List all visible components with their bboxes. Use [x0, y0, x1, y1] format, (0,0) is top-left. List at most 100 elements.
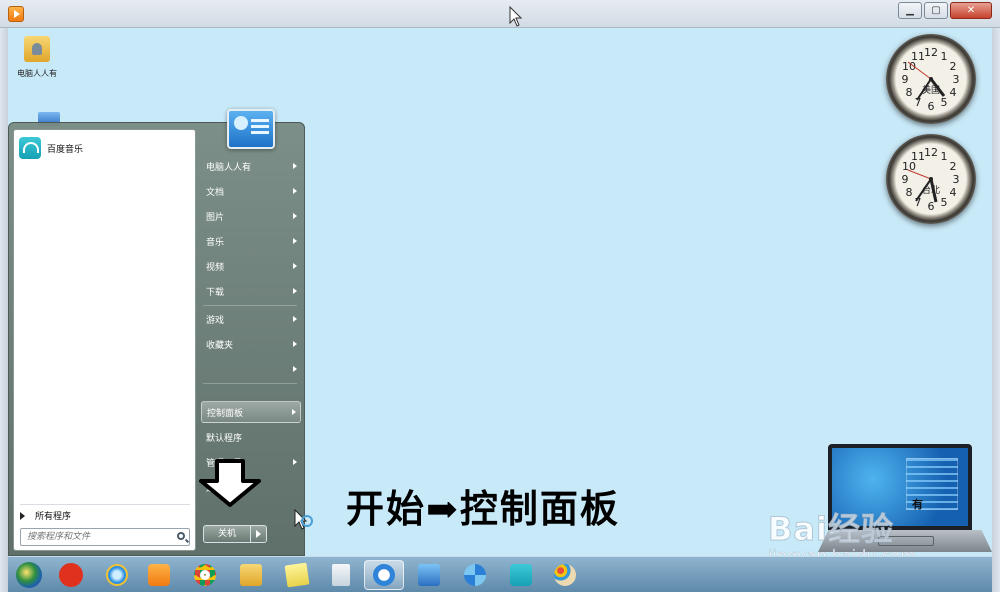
clock-gadget-usa[interactable]: 12 1 2 3 4567 8 9 10 11 美国 [886, 34, 976, 124]
clock-city-label: 美国 [921, 86, 940, 96]
internet-explorer-icon [106, 564, 128, 586]
shutdown-label: 关机 [217, 529, 236, 539]
taskbar-app-pinwheel[interactable] [460, 560, 490, 590]
shutdown-button[interactable]: 关机 [203, 525, 267, 543]
desktop-icon-user-folder[interactable]: 电脑人人有 [10, 36, 64, 79]
chevron-right-icon [293, 288, 297, 294]
start-item-label: 默认程序 [206, 433, 243, 444]
media-player-icon [148, 564, 170, 586]
start-menu: 百度音乐 所有程序 电脑人人有 文档 图片 音乐 视频 下载 [8, 109, 313, 556]
start-button[interactable] [14, 560, 44, 590]
clock-gadget-taipei[interactable]: 12 1 2 3 4567 8 9 10 11 台北 [886, 134, 976, 224]
chevron-right-icon [293, 366, 297, 372]
svg-text:5: 5 [941, 96, 948, 109]
chevron-right-icon [293, 213, 297, 219]
start-item-label: 视频 [206, 262, 225, 273]
chevron-right-icon [293, 238, 297, 244]
tutorial-caption: 开始➡控制面板 [346, 486, 620, 531]
mouse-pointer-icon [294, 509, 313, 530]
start-menu-programs-pane: 百度音乐 所有程序 [13, 129, 196, 551]
taskbar-app-sticky-notes[interactable] [282, 560, 312, 590]
pinned-program-label: 百度音乐 [47, 144, 84, 155]
taskbar-app-paint-palette[interactable] [550, 560, 580, 590]
chevron-right-icon [293, 188, 297, 194]
menu-separator [203, 383, 297, 384]
start-item-label: 电脑人人有 [206, 162, 252, 173]
start-search-box[interactable] [20, 528, 190, 546]
pinned-program-baidu-music[interactable]: 百度音乐 [19, 135, 83, 161]
all-programs-button[interactable]: 所有程序 [20, 504, 190, 522]
taskbar-app-chrome[interactable] [190, 560, 220, 590]
pinwheel-icon [464, 564, 486, 586]
start-item-videos[interactable]: 视频 [201, 255, 301, 277]
start-item-label: 游戏 [206, 315, 225, 326]
baidu-watermark: Bai经验 jingyan.baidu.com [768, 504, 916, 557]
chevron-right-icon [293, 341, 297, 347]
maximize-button[interactable]: ▢ [924, 2, 948, 19]
start-item-label: 控制面板 [207, 408, 244, 419]
close-button[interactable]: ✕ [950, 2, 992, 19]
chevron-right-icon [293, 163, 297, 169]
start-item-user-folder[interactable]: 电脑人人有 [201, 155, 301, 177]
taskbar-app-explorer[interactable] [236, 560, 266, 590]
minimize-button[interactable]: ▁ [898, 2, 922, 19]
window-border-left [0, 28, 8, 592]
start-search-input[interactable] [21, 529, 169, 545]
taskbar-app-browser-active[interactable] [364, 560, 404, 590]
clock-face-icon: 12 123 4567 891011 [902, 146, 960, 213]
start-item-games[interactable]: 游戏 [201, 308, 301, 330]
watermark-logo: Bai经验 [768, 510, 894, 549]
remote-desktop-icon [418, 564, 440, 586]
jiang-app-icon [59, 563, 83, 587]
window-border-right [992, 28, 1000, 592]
start-item-default-programs[interactable]: 默认程序 [201, 426, 301, 448]
start-item-favorites[interactable]: 收藏夹 [201, 333, 301, 355]
chevron-right-icon [293, 459, 297, 465]
taskbar-app-media-player[interactable] [144, 560, 174, 590]
paint-document-icon [332, 564, 350, 586]
taskbar-app-remote-desktop[interactable] [414, 560, 444, 590]
start-item-downloads[interactable]: 下载 [201, 280, 301, 302]
start-item-label: 图片 [206, 212, 225, 223]
start-item-hidden[interactable] [201, 358, 301, 380]
baidu-music-icon [510, 564, 532, 586]
baidu-music-icon [19, 137, 41, 159]
windows-orb-icon [16, 562, 42, 588]
taskbar-app-paint[interactable] [326, 560, 356, 590]
start-item-label: 收藏夹 [206, 340, 234, 351]
svg-text:1: 1 [941, 150, 948, 163]
paint-palette-icon [554, 564, 576, 586]
mouse-pointer-icon [509, 6, 522, 27]
clock-face-icon: 12 123 4567 891011 [902, 46, 960, 113]
chevron-right-icon [292, 409, 296, 415]
search-icon[interactable] [177, 532, 185, 540]
start-item-label: 下载 [206, 287, 225, 298]
chevron-right-icon [293, 316, 297, 322]
start-item-label: 音乐 [206, 237, 225, 248]
start-item-documents[interactable]: 文档 [201, 180, 301, 202]
desktop-icon-label: 电脑人人有 [17, 69, 57, 78]
svg-text:12: 12 [924, 46, 938, 59]
user-folder-icon [24, 36, 50, 62]
chrome-icon [194, 564, 216, 586]
app-icon[interactable] [8, 6, 24, 22]
window-titlebar: ▁ ▢ ✕ [0, 0, 1000, 28]
taskbar-app-ie[interactable] [102, 560, 132, 590]
taskbar-app-jiang[interactable] [56, 560, 86, 590]
triangle-right-icon [20, 511, 25, 520]
start-item-pictures[interactable]: 图片 [201, 205, 301, 227]
down-arrow-annotation-icon [199, 459, 261, 507]
svg-text:2: 2 [950, 60, 957, 73]
menu-separator [203, 305, 297, 306]
svg-text:1: 1 [941, 50, 948, 63]
start-item-control-panel[interactable]: 控制面板 [201, 401, 301, 423]
taskbar-app-baidu-music[interactable] [506, 560, 536, 590]
start-item-music[interactable]: 音乐 [201, 230, 301, 252]
user-account-picture[interactable] [227, 109, 275, 149]
svg-text:5: 5 [941, 196, 948, 209]
shutdown-options-arrow-icon[interactable] [250, 526, 266, 542]
window-controls: ▁ ▢ ✕ [898, 2, 992, 19]
chevron-right-icon [293, 263, 297, 269]
folder-icon [240, 564, 262, 586]
svg-text:6: 6 [928, 100, 935, 113]
